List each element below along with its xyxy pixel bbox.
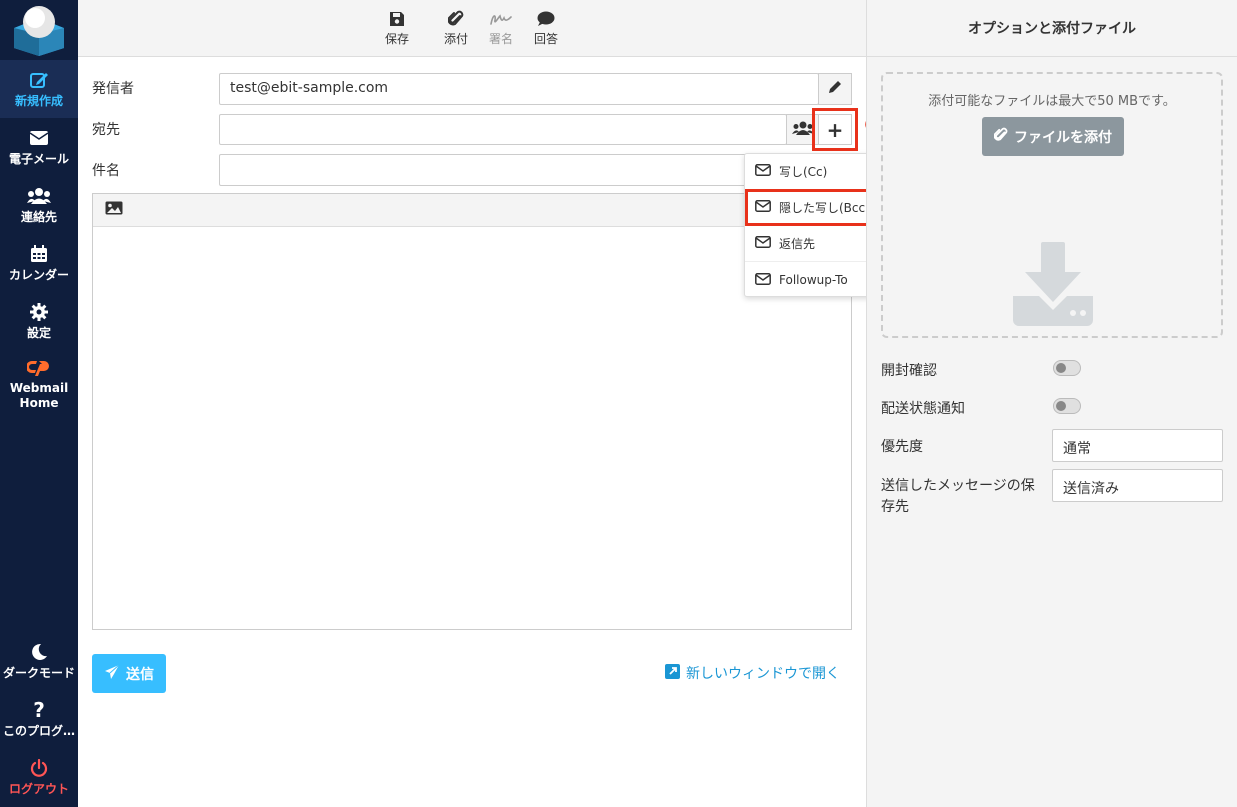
save-sent-label: 送信したメッセージの保存先: [881, 478, 1035, 515]
signature-icon: [490, 8, 512, 30]
read-receipt-toggle[interactable]: [1053, 360, 1081, 376]
menu-item-label: 写し(Cc): [779, 165, 828, 179]
options-panel-title: オプションと添付ファイル: [867, 0, 1237, 57]
plus-icon: +: [826, 117, 844, 142]
sidebar-item-about[interactable]: ? このプログ…: [0, 690, 78, 748]
paperclip-icon: [448, 8, 464, 30]
sidebar-item-label: 新規作成: [14, 94, 63, 108]
download-icon: [1011, 242, 1095, 330]
signature-label: 署名: [488, 32, 513, 46]
save-label: 保存: [384, 32, 409, 46]
menu-item-label: Followup-To: [779, 273, 848, 287]
roundcube-logo[interactable]: [12, 4, 66, 56]
external-link-icon: [665, 663, 680, 683]
new-window-label: 新しいウィンドウで開く: [686, 666, 840, 682]
contacts-icon: [791, 121, 814, 139]
subject-label: 件名: [92, 163, 120, 179]
to-field[interactable]: [219, 114, 787, 145]
sidebar-item-email[interactable]: 電子メール: [0, 118, 78, 176]
envelope-icon: [755, 272, 771, 288]
envelope-icon: [755, 236, 771, 251]
reply-button[interactable]: 回答: [524, 8, 568, 47]
attach-label: 添付: [443, 32, 468, 46]
paper-plane-icon: [104, 664, 120, 684]
attach-file-button[interactable]: ファイルを添付: [982, 117, 1124, 156]
attach-file-label: ファイルを添付: [1014, 129, 1112, 146]
sidebar-item-label: Webmail Home: [9, 380, 69, 410]
message-editor[interactable]: [92, 193, 852, 630]
menu-item-label: 返信先: [779, 237, 816, 251]
pencil-icon: [828, 80, 842, 98]
from-field[interactable]: test@ebit-sample.com: [219, 73, 819, 105]
sidebar-item-settings[interactable]: 設定: [0, 292, 78, 350]
sidebar-item-label: このプログ…: [2, 724, 75, 738]
attachment-dropzone[interactable]: 添付可能なファイルは最大で50 MBです。 ファイルを添付: [881, 72, 1223, 338]
sidebar-item-label: 連絡先: [20, 210, 57, 224]
power-icon: [30, 757, 48, 779]
save-button[interactable]: 保存: [375, 8, 419, 47]
envelope-icon: [29, 127, 49, 149]
priority-label: 優先度: [881, 439, 923, 455]
sidebar-item-label: ログアウト: [8, 782, 69, 796]
attach-button[interactable]: 添付: [434, 8, 478, 47]
sidebar-item-label: カレンダー: [8, 268, 69, 282]
sidebar: 新規作成 電子メール 連絡先 カレンダー 設定 Webmail Home ダーク…: [0, 0, 78, 807]
envelope-icon: [755, 200, 771, 215]
sidebar-item-webmail-home[interactable]: Webmail Home: [0, 352, 78, 414]
sidebar-item-dark-mode[interactable]: ダークモード: [0, 632, 78, 690]
compose-toolbar: 保存 添付 署名 回答: [78, 0, 866, 57]
from-label: 発信者: [92, 81, 134, 97]
moon-icon: [30, 641, 48, 663]
send-label: 送信: [126, 666, 154, 683]
priority-select[interactable]: 通常: [1052, 429, 1223, 462]
question-icon: ?: [33, 698, 45, 722]
edit-identity-button[interactable]: [818, 73, 852, 105]
add-header-button[interactable]: +: [818, 114, 852, 145]
sidebar-item-label: 設定: [26, 326, 51, 340]
delivery-status-label: 配送状態通知: [881, 401, 965, 417]
contacts-icon: [27, 185, 51, 207]
sidebar-item-contacts[interactable]: 連絡先: [0, 176, 78, 234]
attachment-limit-text: 添付可能なファイルは最大で50 MBです。: [928, 94, 1176, 109]
compose-icon: [29, 69, 49, 91]
address-book-button[interactable]: [786, 114, 819, 145]
options-panel: オプションと添付ファイル 添付可能なファイルは最大で50 MBです。 ファイルを…: [866, 0, 1237, 807]
to-label: 宛先: [92, 122, 120, 138]
sidebar-item-compose[interactable]: 新規作成: [0, 60, 78, 118]
sidebar-item-label: ダークモード: [2, 666, 75, 680]
envelope-icon: [755, 164, 771, 179]
floppy-disk-icon: [389, 8, 405, 30]
read-receipt-label: 開封確認: [881, 363, 937, 379]
menu-item-label: 隠した写し(Bcc): [779, 201, 870, 215]
paperclip-icon: [993, 127, 1008, 147]
delivery-status-toggle[interactable]: [1053, 398, 1081, 414]
sidebar-item-calendar[interactable]: カレンダー: [0, 234, 78, 292]
signature-button[interactable]: 署名: [479, 8, 523, 47]
cpanel-icon: [27, 356, 51, 378]
image-icon[interactable]: [105, 201, 123, 219]
sidebar-item-logout[interactable]: ログアウト: [0, 748, 78, 806]
reply-label: 回答: [533, 32, 558, 46]
gear-icon: [30, 301, 48, 323]
save-sent-select[interactable]: 送信済み: [1052, 469, 1223, 502]
calendar-icon: [30, 243, 48, 265]
send-button[interactable]: 送信: [92, 654, 166, 693]
speech-bubble-icon: [537, 8, 555, 30]
editor-toolbar: [93, 194, 851, 227]
sidebar-item-label: 電子メール: [8, 152, 69, 166]
open-new-window-link[interactable]: 新しいウィンドウで開く: [665, 663, 840, 683]
